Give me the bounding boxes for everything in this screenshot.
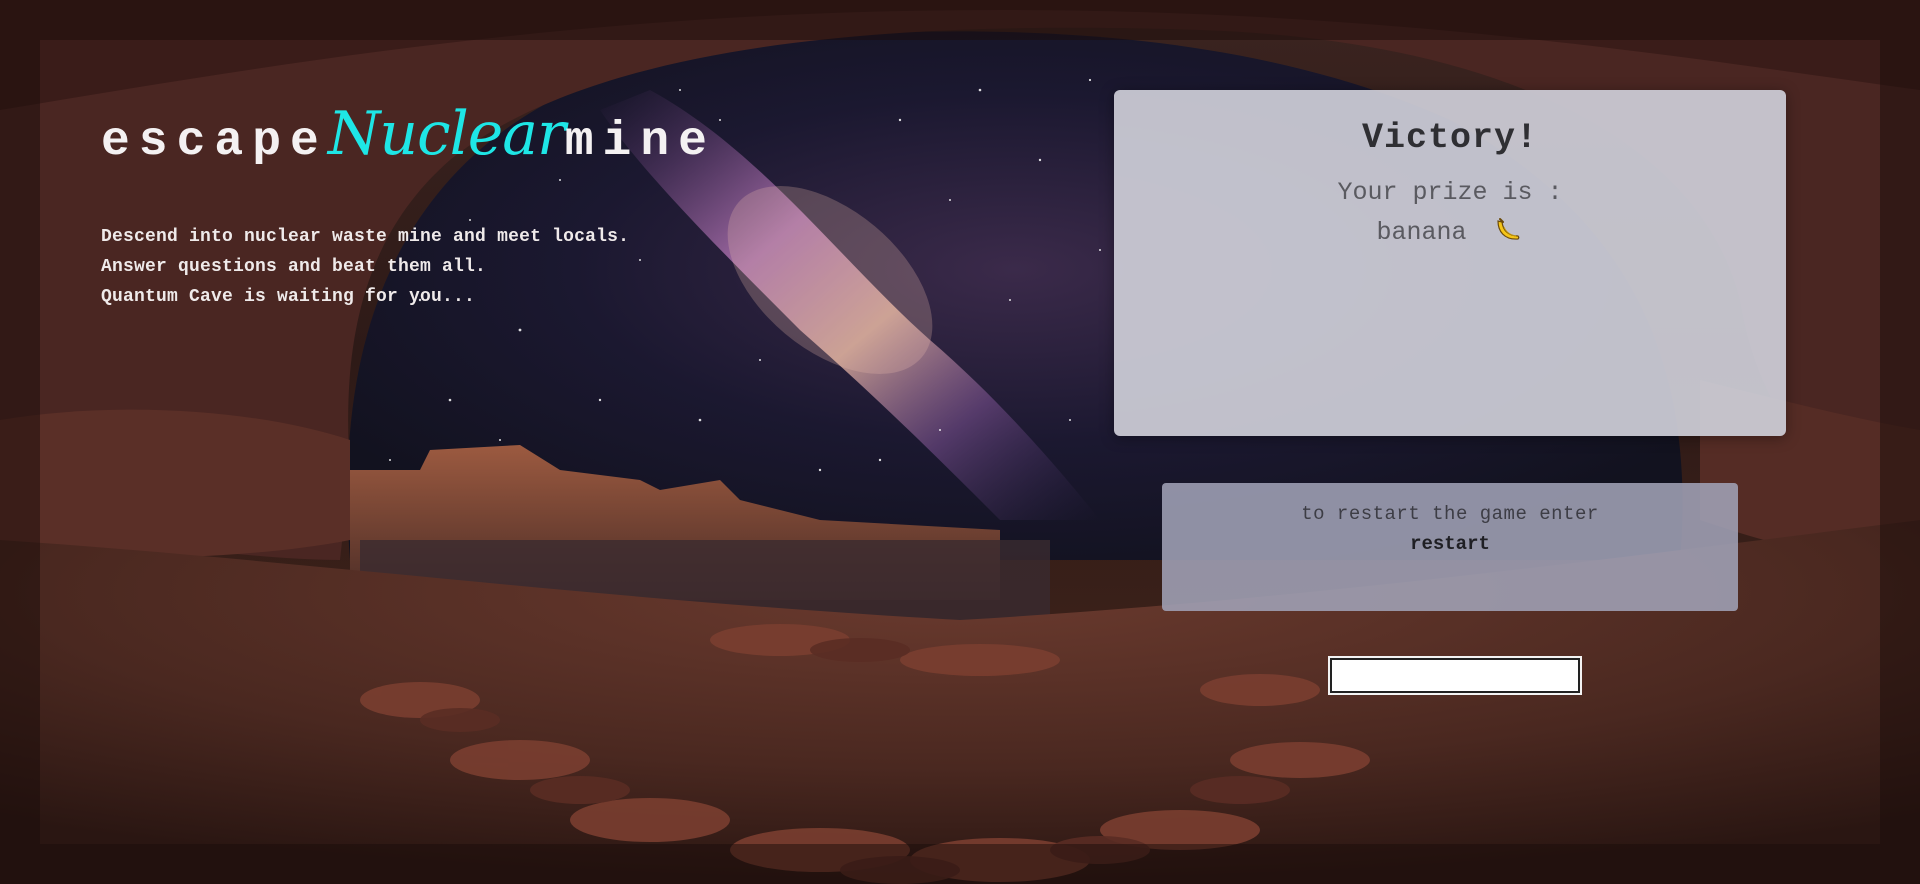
- banana-icon: [1492, 213, 1524, 245]
- result-title: Victory!: [1361, 118, 1539, 158]
- prize-value-row: banana: [1114, 213, 1786, 247]
- restart-hint: to restart the game enter: [1301, 503, 1599, 525]
- intro-line: Quantum Cave is waiting for you...: [101, 287, 476, 307]
- title-accent: Nuclear: [327, 99, 566, 169]
- title-suffix: mine: [564, 115, 716, 169]
- intro-line: Answer questions and beat them all.: [101, 257, 487, 277]
- prize-value: banana: [1376, 218, 1467, 247]
- command-input[interactable]: [1328, 656, 1582, 695]
- prize-label: Your prize is :: [1337, 178, 1563, 207]
- restart-panel: to restart the game enter restart: [1162, 483, 1738, 611]
- result-panel: Victory! Your prize is : banana: [1114, 90, 1786, 436]
- restart-command: restart: [1410, 533, 1490, 555]
- intro-line: Descend into nuclear waste mine and meet…: [101, 227, 630, 247]
- game-title: escapeNuclearmine: [101, 96, 716, 180]
- title-prefix: escape: [101, 115, 328, 169]
- intro-text: Descend into nuclear waste mine and meet…: [101, 222, 629, 312]
